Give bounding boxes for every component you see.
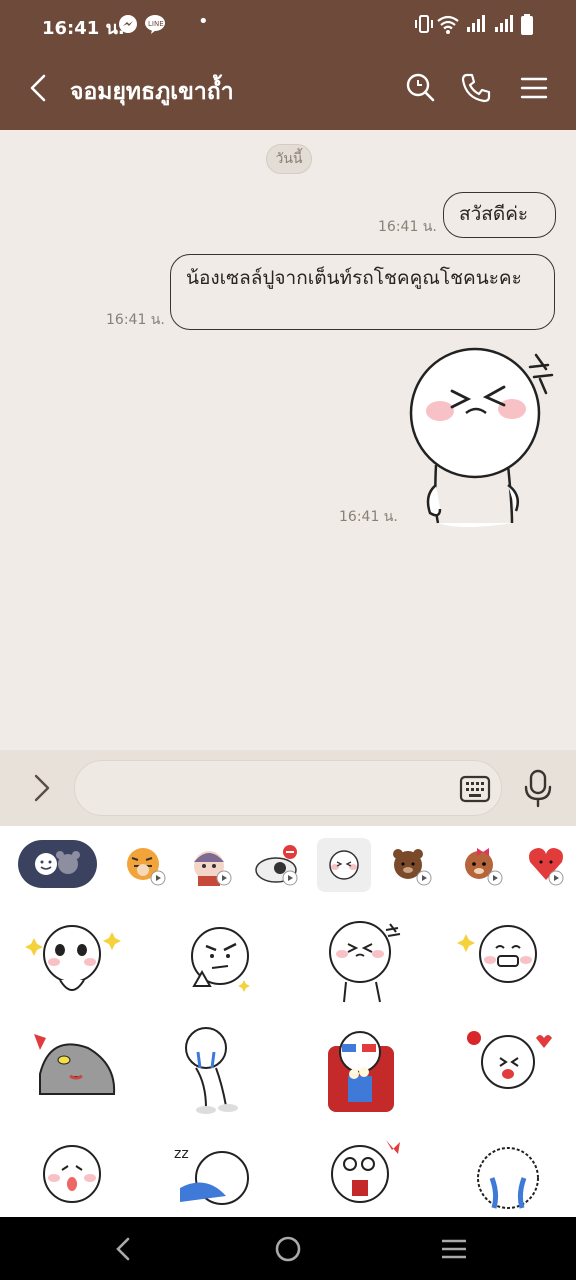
status-time: 16:41 น. xyxy=(42,18,125,39)
sticker-item[interactable] xyxy=(20,1024,130,1120)
nav-recents-button[interactable] xyxy=(438,1233,470,1265)
back-button[interactable] xyxy=(20,70,56,106)
message-timestamp: 16:41 น. xyxy=(378,219,437,235)
message-input-bar xyxy=(0,750,576,826)
nav-home-button[interactable] xyxy=(272,1233,304,1265)
chat-header: จอมยุทธภูเขาถ้ำ xyxy=(0,48,576,130)
sticker-item[interactable] xyxy=(456,916,566,1012)
message-text: น้องเซลล์ปูจากเต็นท์รถโชคคูณโชคนะคะ xyxy=(186,267,522,289)
sticker-item[interactable]: zz xyxy=(166,1134,276,1217)
svg-text:LINE: LINE xyxy=(148,20,164,28)
sticker-item[interactable] xyxy=(20,1134,130,1217)
keyboard-icon[interactable] xyxy=(459,773,491,805)
emoji-tab[interactable] xyxy=(18,840,97,888)
sticker-item[interactable] xyxy=(456,1024,566,1120)
svg-text:zz: zz xyxy=(174,1146,189,1162)
battery-icon xyxy=(520,14,534,40)
message-timestamp: 16:41 น. xyxy=(106,312,165,328)
wifi-icon xyxy=(436,14,460,38)
moon-sticker-tab[interactable] xyxy=(317,838,371,892)
bear-sticker-tab[interactable] xyxy=(250,838,304,892)
microphone-icon[interactable] xyxy=(520,768,556,808)
sticker-panel: zz xyxy=(0,826,576,1217)
nav-back-button[interactable] xyxy=(108,1233,140,1265)
chat-title: จอมยุทธภูเขาถ้ำ xyxy=(70,79,234,105)
sticker-tab-row xyxy=(0,826,576,904)
search-button[interactable] xyxy=(402,70,438,106)
sticker-item[interactable] xyxy=(310,916,420,1012)
notification-dot: • xyxy=(198,11,209,32)
signal-icon-2 xyxy=(494,14,514,38)
tiger-sticker-tab[interactable] xyxy=(118,838,172,892)
status-bar: 16:41 น. LINE • xyxy=(0,0,576,48)
message-bubble[interactable]: น้องเซลล์ปูจากเต็นท์รถโชคคูณโชคนะคะ xyxy=(170,254,555,330)
sticker-item[interactable] xyxy=(20,916,130,1012)
system-nav-bar xyxy=(0,1217,576,1280)
message-bubble[interactable]: สวัสดีค่ะ xyxy=(443,192,556,238)
messenger-icon xyxy=(118,14,138,38)
message-timestamp: 16:41 น. xyxy=(339,509,398,525)
brown-sticker-tab[interactable] xyxy=(384,838,438,892)
sticker-item[interactable] xyxy=(310,1134,420,1217)
heart-sticker-tab[interactable] xyxy=(522,838,576,892)
vibrate-icon xyxy=(414,14,434,38)
message-text: สวัสดีค่ะ xyxy=(459,203,529,225)
girl-sticker-tab[interactable] xyxy=(184,838,238,892)
chat-area[interactable]: วันนี้ 16:41 น. สวัสดีค่ะ 16:41 น. น้องเ… xyxy=(0,130,576,750)
sticker-item[interactable] xyxy=(166,1024,276,1120)
sticker-grid: zz xyxy=(0,916,576,1217)
choco-sticker-tab[interactable] xyxy=(455,838,509,892)
signal-icon-1 xyxy=(466,14,486,38)
line-app-icon: LINE xyxy=(144,14,166,38)
date-separator: วันนี้ xyxy=(266,144,312,174)
sticker-item[interactable] xyxy=(310,1024,420,1120)
sticker-item[interactable] xyxy=(166,916,276,1012)
call-button[interactable] xyxy=(458,70,494,106)
laughing-face-sticker[interactable] xyxy=(400,345,565,530)
menu-button[interactable] xyxy=(516,70,552,106)
message-input[interactable] xyxy=(74,760,502,816)
sticker-item[interactable] xyxy=(456,1134,566,1217)
expand-button[interactable] xyxy=(24,770,60,806)
